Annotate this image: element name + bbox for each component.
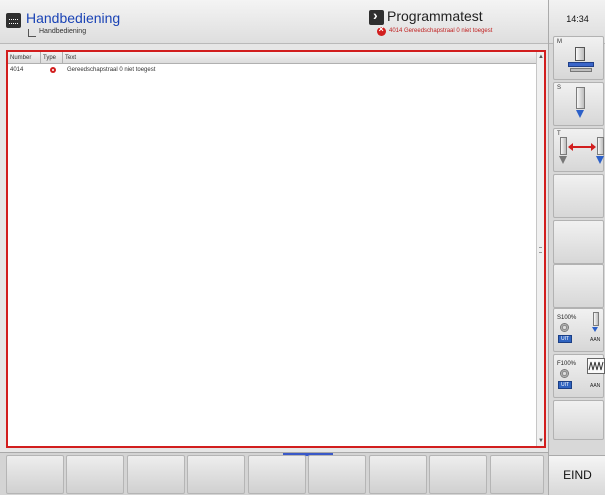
error-icon [377,24,386,36]
spindle-override-value: S100% [557,315,577,321]
vertical-softkey-bar: 14:34 M S T S100% UIT AAN F100% UIT AAN … [548,0,605,495]
error-window: Number Type Text 4014 Gereedschapstraal … [6,50,546,448]
machine-table-icon [568,45,594,75]
feed-override-dial-icon [560,369,569,378]
s-function-button[interactable]: S [553,82,604,126]
m-label: M [557,39,562,45]
softkey-7[interactable] [369,455,427,494]
feed-override-status: UIT [558,381,573,389]
error-row[interactable]: 4014 Gereedschapstraal 0 niet toegest [8,65,536,75]
softkey-4[interactable] [187,455,245,494]
programming-mode[interactable]: Programmatest 4014 Gereedschapstraal 0 n… [367,6,547,40]
side-softkey-6[interactable] [553,264,604,308]
spindle-override-state: AAN [590,337,601,343]
feed-override-value: F100% [557,361,577,367]
softkey-2[interactable] [66,455,124,494]
spindle-override-status: UIT [558,335,573,343]
t-function-button[interactable]: T [553,128,604,172]
side-softkey-9[interactable] [553,400,604,440]
m-function-button[interactable]: M [553,36,604,80]
spindle-override-dial-icon [560,323,569,332]
submode-branch-icon [28,29,36,37]
error-table-header: Number Type Text [8,52,536,64]
manual-mode-icon [6,13,21,28]
tool-change-icon [559,135,604,167]
softkey-8[interactable] [429,455,487,494]
softkey-bar [0,452,548,495]
programming-mode-title: Programmatest [387,8,483,24]
feed-override-button[interactable]: F100% UIT AAN [553,354,605,398]
program-test-icon [369,7,384,25]
scroll-down-arrow-icon[interactable]: ▼ [537,437,545,445]
softkey-9[interactable] [490,455,544,494]
side-softkey-4[interactable] [553,174,604,218]
scroll-up-arrow-icon[interactable]: ▲ [537,53,545,61]
error-type-icon [50,67,56,73]
error-number: 4014 [10,67,24,73]
spindle-small-tool-icon [593,312,599,326]
header-bar: Handbediening Handbediening Programmates… [0,0,548,44]
column-header-text[interactable]: Text [63,52,536,64]
scroll-grip-icon[interactable] [539,247,542,253]
vertical-scrollbar[interactable]: ▲ ▼ [536,52,544,446]
column-header-number[interactable]: Number [8,52,41,64]
error-text: Gereedschapstraal 0 niet toegest [67,67,156,73]
softkey-1[interactable] [6,455,64,494]
softkey-3[interactable] [127,455,185,494]
feed-override-state: AAN [590,383,601,389]
softkey-5[interactable] [248,455,306,494]
cnc-screen: Handbediening Handbediening Programmates… [0,0,605,495]
softkey-6[interactable] [308,455,366,494]
spindle-override-button[interactable]: S100% UIT AAN [553,308,604,352]
operating-mode-subtitle: Handbediening [39,28,87,35]
end-button[interactable]: EIND [549,455,605,495]
feed-wave-icon [587,358,605,374]
operating-mode-title: Handbediening [26,10,121,26]
spindle-tool-icon [574,87,588,123]
s-label: S [557,85,562,91]
side-softkey-5[interactable] [553,220,604,264]
column-header-type[interactable]: Type [41,52,63,64]
header-error-message[interactable]: 4014 Gereedschapstraal 0 niet toegest [389,28,492,34]
spindle-small-tool-tip-icon [592,327,598,332]
